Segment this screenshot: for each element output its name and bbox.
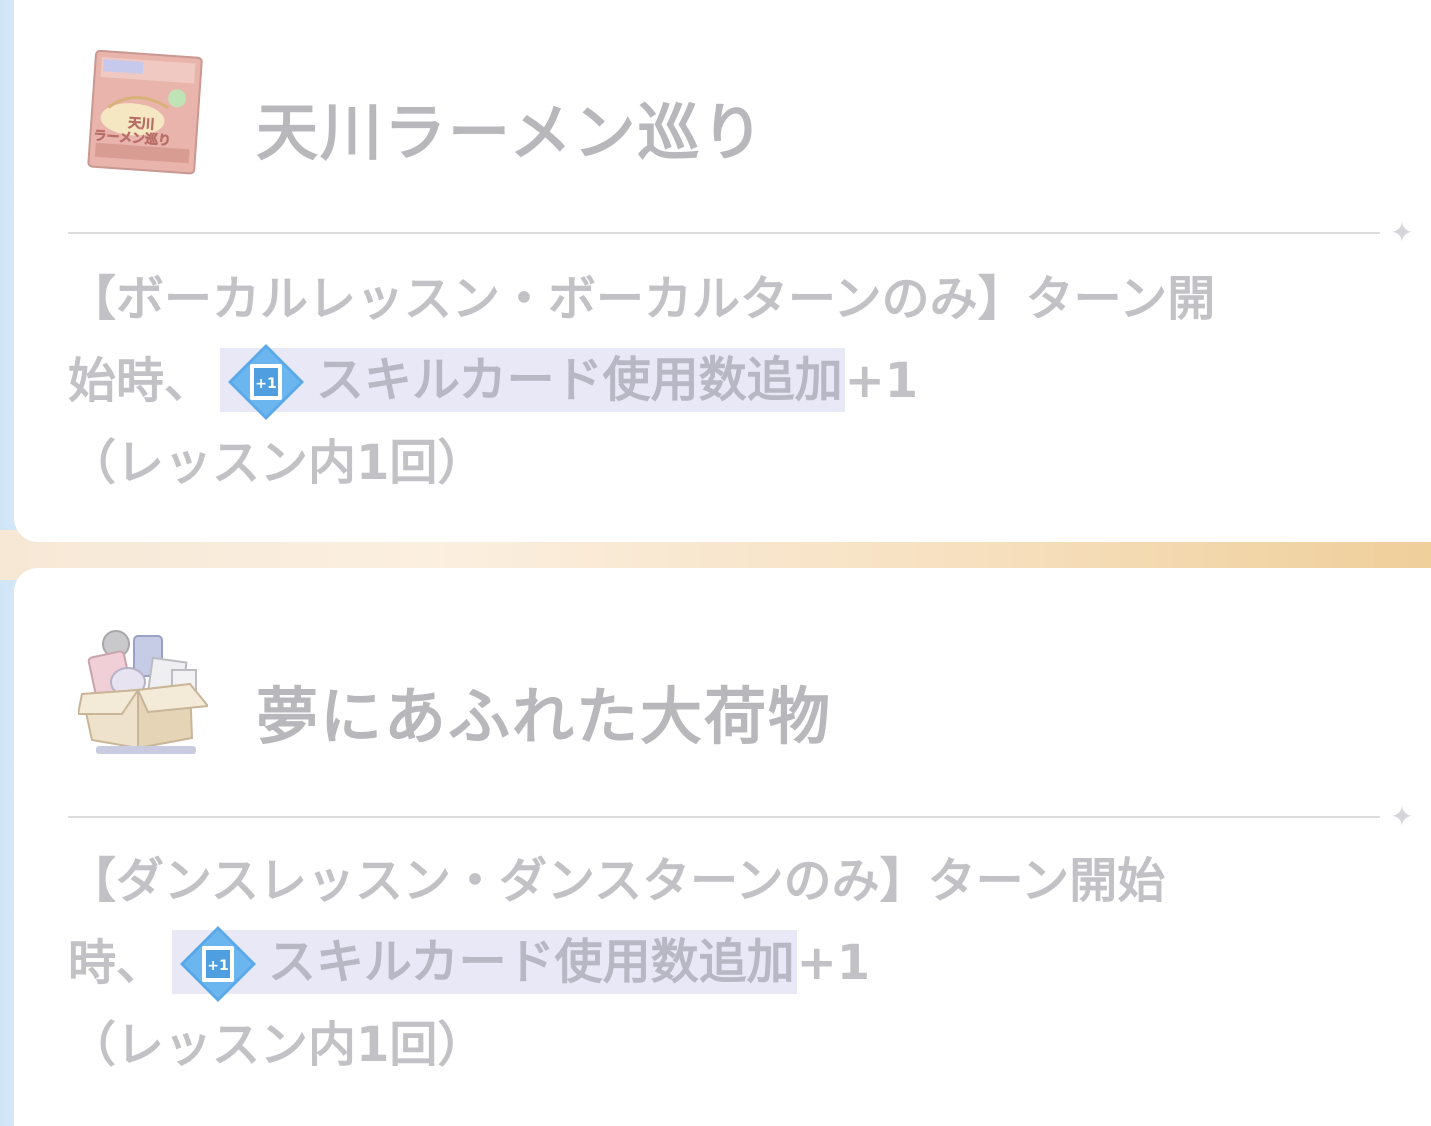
- keyword-chip[interactable]: +1 スキルカード使用数追加: [220, 344, 845, 420]
- item-card[interactable]: 夢にあふれた大荷物 ✦ 【ダンスレッスン・ダンスターンのみ】ターン開始 時、 +1…: [14, 568, 1431, 1126]
- description-line: 【ボーカルレッスン・ボーカルターンのみ】ターン開: [68, 271, 1216, 327]
- divider: [68, 232, 1380, 234]
- keyword-text: スキルカード使用数追加: [268, 934, 795, 990]
- item-card[interactable]: 天川 ラーメン巡り 天川ラーメン巡り ✦ 【ボーカルレッスン・ボーカルターンのみ…: [14, 0, 1431, 542]
- description-line: （レッスン内1回）: [68, 435, 486, 491]
- description-line: 時、 +1 スキルカード使用数追加+1: [68, 922, 1388, 1004]
- card-plus-one-icon: +1: [228, 344, 305, 420]
- item-description: 【ダンスレッスン・ダンスターンのみ】ターン開始 時、 +1 スキルカード使用数追加+…: [68, 840, 1388, 1086]
- cardboard-box-icon: [78, 630, 208, 754]
- keyword-text: スキルカード使用数追加: [316, 352, 843, 408]
- description-text: 始時、: [68, 353, 213, 409]
- sparkle-icon: ✦: [1390, 216, 1414, 249]
- description-line: 始時、 +1 スキルカード使用数追加+1: [68, 340, 1388, 422]
- description-text: 時、: [68, 935, 165, 991]
- description-line: （レッスン内1回）: [68, 1017, 486, 1073]
- keyword-chip[interactable]: +1 スキルカード使用数追加: [172, 926, 797, 1002]
- svg-text:+1: +1: [255, 376, 276, 392]
- sparkle-icon: ✦: [1390, 800, 1414, 833]
- ramen-package-icon: 天川 ラーメン巡り: [87, 49, 203, 175]
- item-description: 【ボーカルレッスン・ボーカルターンのみ】ターン開 始時、 +1 スキルカード使用数追…: [68, 258, 1388, 504]
- card-plus-one-icon: +1: [180, 926, 257, 1002]
- item-title: 夢にあふれた大荷物: [256, 680, 833, 753]
- description-line: 【ダンスレッスン・ダンスターンのみ】ターン開始: [68, 853, 1166, 909]
- keyword-value: +1: [844, 353, 919, 409]
- svg-text:+1: +1: [207, 958, 228, 974]
- keyword-value: +1: [796, 935, 871, 991]
- divider: [68, 816, 1380, 818]
- item-title: 天川ラーメン巡り: [256, 96, 766, 169]
